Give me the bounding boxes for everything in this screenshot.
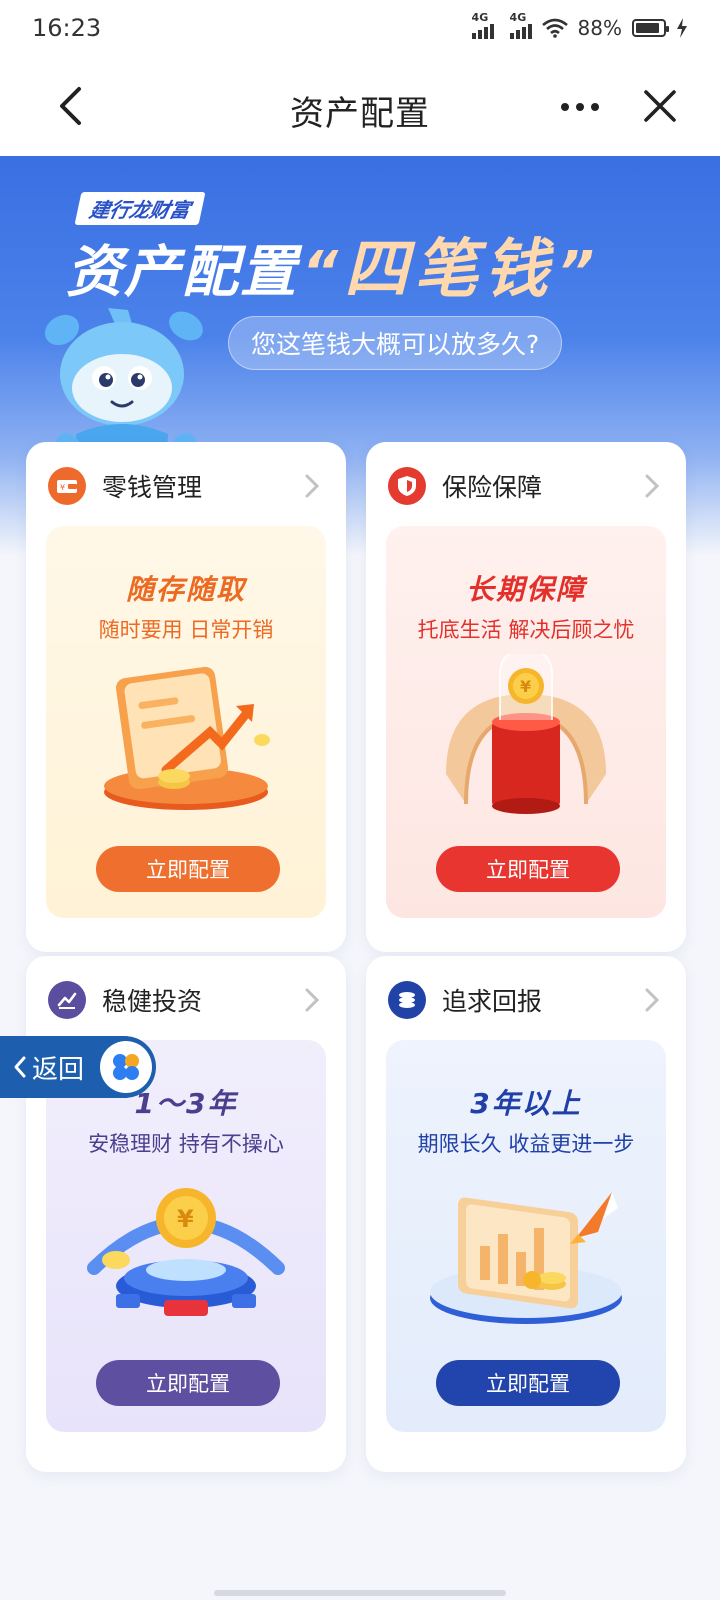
- configure-button[interactable]: 立即配置: [96, 846, 280, 892]
- configure-button[interactable]: 立即配置: [96, 1360, 280, 1406]
- card-header[interactable]: 稳健投资: [48, 980, 326, 1020]
- floating-back-button[interactable]: 返回: [0, 1036, 156, 1098]
- chevron-right-icon: [638, 986, 666, 1014]
- shield-icon: [388, 467, 426, 505]
- charging-icon: [677, 18, 687, 38]
- card-header[interactable]: 追求回报: [388, 980, 666, 1020]
- card-title: 零钱管理: [102, 473, 203, 502]
- page-title: 资产配置: [290, 94, 430, 134]
- chevron-right-icon: [638, 472, 666, 500]
- more-options-button[interactable]: [556, 90, 604, 124]
- status-bar: 16:23 4G 4G 88%: [0, 0, 720, 56]
- chevron-right-icon: [298, 986, 326, 1014]
- card-header[interactable]: 保险保障: [388, 466, 666, 506]
- card-subtitle: 期限长久 收益更进一步: [417, 1132, 635, 1156]
- wealth-platform-illustration: ¥: [87, 1188, 285, 1316]
- signal-icon: 4G: [471, 11, 494, 39]
- rocket-growth-illustration: [430, 1192, 622, 1324]
- svg-text:¥: ¥: [60, 483, 65, 492]
- card-heading: 3年以上: [470, 1087, 582, 1120]
- battery-percent: 88%: [577, 16, 622, 40]
- home-indicator: [214, 1590, 506, 1596]
- floating-back-label: 返回: [32, 1054, 85, 1085]
- card-title: 保险保障: [442, 473, 543, 502]
- chevron-right-icon: [298, 472, 326, 500]
- nav-bar: 资产配置: [0, 56, 720, 156]
- status-time: 16:23: [32, 14, 102, 42]
- configure-button[interactable]: 立即配置: [436, 846, 620, 892]
- card-subtitle: 安稳理财 持有不操心: [88, 1132, 284, 1156]
- card-stable-investment[interactable]: 稳健投资 1～3年 安稳理财 持有不操心 ¥ 立即配置: [26, 956, 346, 1472]
- svg-text:¥: ¥: [177, 1205, 194, 1233]
- card-subtitle: 托底生活 解决后顾之忧: [417, 618, 635, 642]
- card-insurance[interactable]: 保险保障 长期保障 托底生活 解决后顾之忧 ¥ 立即配置: [366, 442, 686, 952]
- card-header[interactable]: ¥ 零钱管理: [48, 466, 326, 506]
- close-icon: [644, 90, 676, 122]
- card-title: 稳健投资: [102, 987, 203, 1016]
- configure-button[interactable]: 立即配置: [436, 1360, 620, 1406]
- status-icons: 4G 4G 88%: [471, 11, 688, 40]
- card-subtitle: 随时要用 日常开销: [98, 618, 274, 642]
- growth-chart-illustration: [104, 666, 270, 810]
- wallet-icon: ¥: [48, 467, 86, 505]
- coin-stack-icon: [388, 981, 426, 1019]
- speech-bubble: 您这笔钱大概可以放多久?: [228, 316, 563, 370]
- card-body: 长期保障 托底生活 解决后顾之忧 ¥ 立即配置: [386, 526, 666, 918]
- card-change-management[interactable]: ¥ 零钱管理 随存随取 随时要用 日常开销 立即配置: [26, 442, 346, 952]
- battery-icon: [632, 19, 669, 37]
- card-body: 3年以上 期限长久 收益更进一步 立即配置: [386, 1040, 666, 1432]
- card-pursue-returns[interactable]: 追求回报 3年以上 期限长久 收益更进一步 立即配置: [366, 956, 686, 1472]
- close-button[interactable]: [636, 82, 684, 130]
- chevron-left-icon: [14, 1056, 26, 1078]
- card-heading: 长期保障: [465, 573, 586, 606]
- signal-icon: 4G: [509, 11, 532, 39]
- card-body: 随存随取 随时要用 日常开销 立即配置: [46, 526, 326, 918]
- card-title: 追求回报: [442, 987, 543, 1016]
- wifi-icon: [541, 18, 568, 38]
- card-heading: 随存随取: [125, 573, 246, 606]
- card-body: 1～3年 安稳理财 持有不操心 ¥ 立即配置: [46, 1040, 326, 1432]
- svg-text:¥: ¥: [520, 677, 531, 696]
- trend-chart-icon: [48, 981, 86, 1019]
- app-logo-icon: [100, 1041, 152, 1093]
- insurance-protection-illustration: ¥: [446, 654, 606, 814]
- banner-title: 资产配置 “ 四笔钱 ”: [66, 233, 597, 307]
